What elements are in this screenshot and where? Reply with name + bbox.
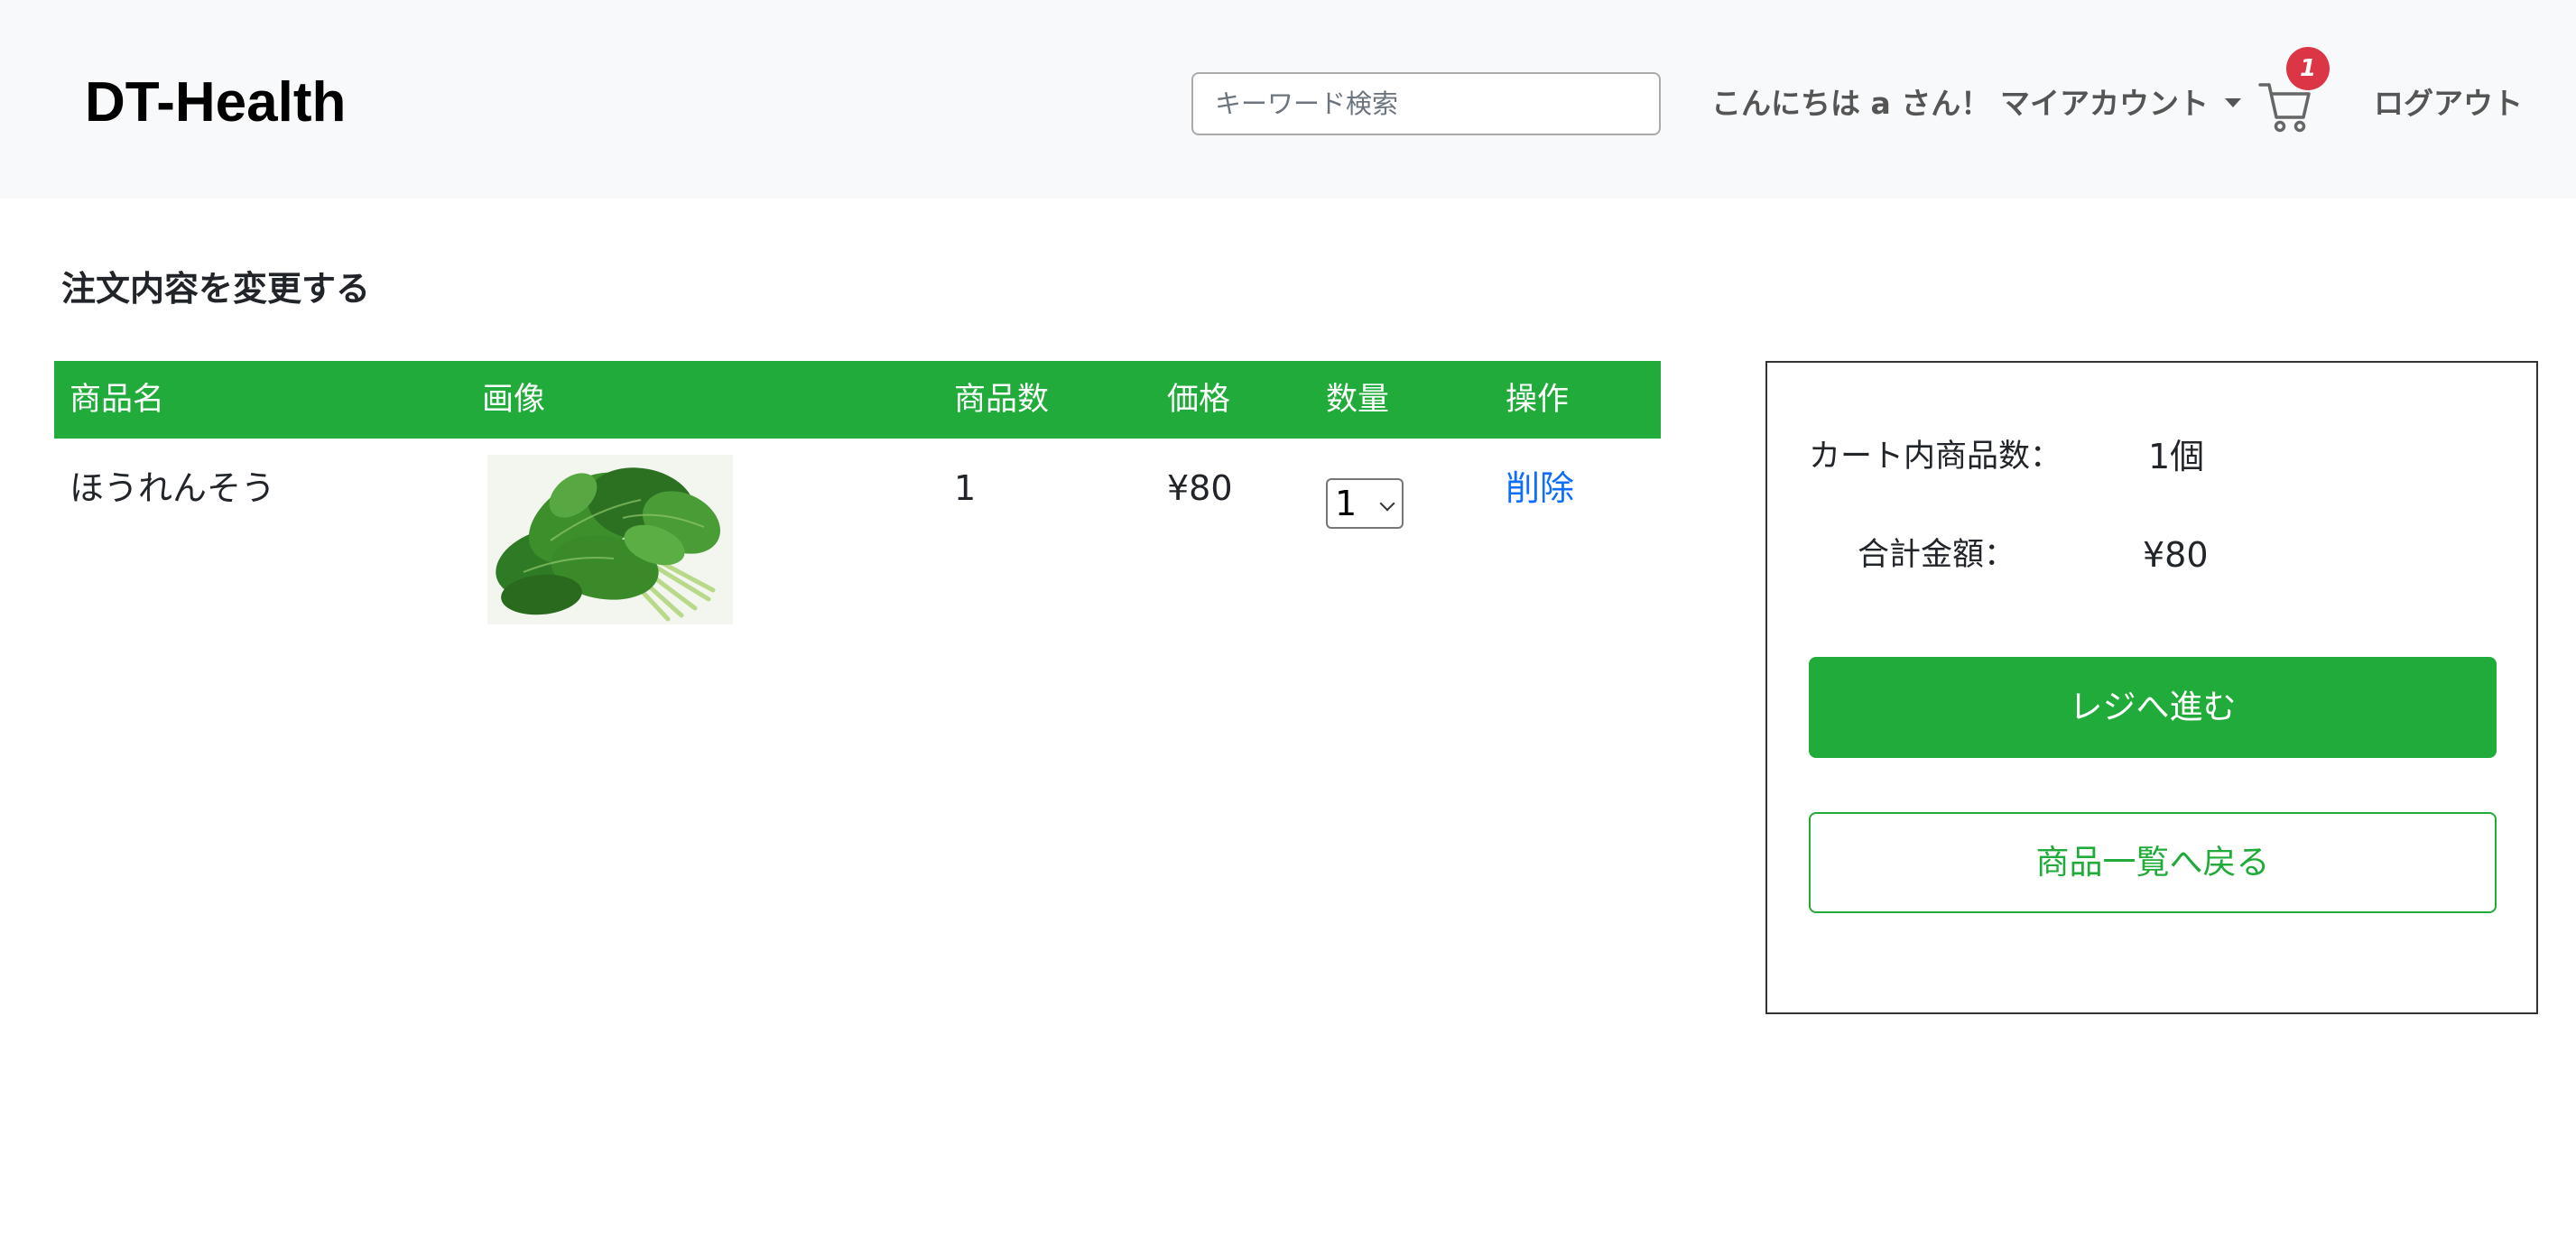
total-value: ¥80: [2143, 535, 2209, 575]
column-header-count: 商品数: [954, 382, 1050, 418]
column-header-action: 操作: [1506, 382, 1570, 418]
product-name: ほうれんそう: [69, 468, 276, 508]
item-count-label: カート内商品数：: [1809, 439, 2062, 475]
product-price: ¥80: [1167, 468, 1233, 508]
page-title: 注文内容を変更する: [61, 269, 371, 309]
delete-link[interactable]: 削除: [1506, 457, 1574, 520]
column-header-price: 価格: [1167, 382, 1231, 418]
brand-logo[interactable]: DT-Health: [85, 69, 346, 137]
cart-table: 商品名 画像 商品数 価格 数量 操作 ほうれんそう 1 ¥80 1 削除: [54, 361, 1661, 628]
table-header: 商品名 画像 商品数 価格 数量 操作: [54, 361, 1661, 439]
search-input[interactable]: [1191, 72, 1661, 135]
navbar: DT-Health こんにちは a さん！ マイアカウント 1 ログアウト: [0, 0, 2576, 199]
cart-summary: カート内商品数： 1個 合計金額： ¥80 レジへ進む 商品一覧へ戻る: [1765, 361, 2538, 1014]
back-to-products-button[interactable]: 商品一覧へ戻る: [1809, 812, 2497, 913]
product-count: 1: [954, 468, 977, 508]
column-header-image: 画像: [482, 382, 546, 418]
quantity-select[interactable]: 1: [1326, 478, 1404, 529]
my-account-label: マイアカウント: [2000, 86, 2209, 121]
column-header-quantity: 数量: [1326, 382, 1390, 418]
table-row: ほうれんそう 1 ¥80 1 削除: [54, 439, 1661, 628]
my-account-dropdown[interactable]: マイアカウント: [2000, 81, 2241, 126]
spinach-image: [487, 455, 733, 624]
cart-count-badge: 1: [2286, 47, 2330, 90]
chevron-down-icon: [2225, 97, 2241, 107]
logout-link[interactable]: ログアウト: [2374, 81, 2523, 126]
column-header-name: 商品名: [69, 382, 165, 418]
quantity-value: 1: [1335, 484, 1357, 523]
checkout-button[interactable]: レジへ進む: [1809, 657, 2497, 758]
item-count-value: 1個: [2148, 437, 2205, 476]
user-greeting: こんにちは a さん！: [1711, 86, 1991, 121]
total-label: 合計金額：: [1858, 537, 2016, 573]
product-image: [487, 455, 733, 624]
chevron-down-icon: [1379, 495, 1395, 512]
